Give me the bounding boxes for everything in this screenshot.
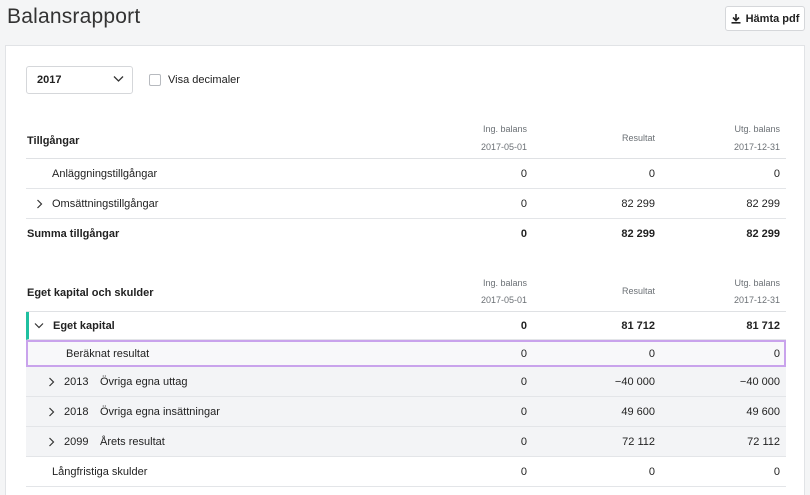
utg-value: −40 000 (739, 375, 780, 388)
result-value: 0 (648, 465, 655, 478)
table-row[interactable]: 2013 Övriga egna uttag 0 −40 000 −40 000 (26, 367, 786, 397)
utg-value: 49 600 (746, 405, 780, 418)
assets-header: Tillgångar Ing. balans 2017-05-01 Result… (26, 121, 786, 159)
ing-value: 0 (520, 228, 527, 240)
ing-value: 0 (520, 405, 527, 418)
ing-date-header: 2017-05-01 (480, 142, 527, 152)
result-value: −40 000 (614, 375, 655, 388)
assets-title: Tillgångar (27, 135, 80, 147)
chevron-right-icon[interactable] (48, 377, 55, 387)
chevron-down-icon[interactable] (34, 322, 44, 329)
utg-value: 81 712 (746, 319, 780, 332)
ing-balance-header: Ing. balans (482, 124, 527, 134)
download-pdf-button[interactable]: Hämta pdf (725, 6, 805, 31)
result-header: Resultat (621, 133, 655, 143)
ing-date-header: 2017-05-01 (480, 295, 527, 305)
table-row[interactable]: 2099 Årets resultat 0 72 112 72 112 (26, 427, 786, 457)
decimals-toggle[interactable]: Visa decimaler (149, 74, 240, 86)
table-row[interactable]: Omsättningstillgångar 0 82 299 82 299 (26, 189, 786, 219)
table-row: Anläggningstillgångar 0 0 0 (26, 159, 786, 189)
row-label: Anläggningstillgångar (52, 167, 158, 180)
ing-value: 0 (520, 167, 527, 180)
result-header: Resultat (621, 286, 655, 296)
account-number: 2013 (64, 375, 89, 388)
result-value: 82 299 (621, 228, 655, 240)
year-value: 2017 (37, 74, 62, 86)
utg-balance-header: Utg. balans (734, 278, 780, 288)
utg-value: 72 112 (747, 435, 780, 448)
ing-value: 0 (520, 375, 527, 388)
equity-title: Eget kapital och skulder (27, 287, 154, 299)
utg-value: 0 (773, 167, 780, 180)
result-value: 82 299 (621, 197, 655, 210)
report-card: 2017 Visa decimaler Tillgångar Ing. bala… (5, 45, 805, 495)
row-label: Långfristiga skulder (52, 465, 148, 478)
ing-value: 0 (520, 435, 527, 448)
utg-balance-header: Utg. balans (734, 124, 780, 134)
download-pdf-label: Hämta pdf (745, 12, 800, 25)
group-label: Eget kapital (53, 319, 115, 332)
utg-date-header: 2017-12-31 (733, 295, 780, 305)
utg-value: 0 (773, 347, 780, 360)
account-number: 2099 (64, 435, 89, 448)
result-value: 81 712 (621, 319, 655, 332)
ing-value: 0 (520, 197, 527, 210)
utg-value: 82 299 (746, 228, 780, 240)
result-value: 72 112 (622, 435, 655, 448)
ing-value: 0 (520, 465, 527, 478)
result-value: 0 (648, 347, 655, 360)
account-label: Övriga egna uttag (100, 375, 188, 388)
utg-value: 0 (773, 465, 780, 478)
total-label: Summa tillgångar (27, 228, 120, 240)
row-label: Beräknat resultat (66, 347, 150, 360)
ing-value: 0 (520, 319, 527, 332)
equity-table: Eget kapital och skulder Ing. balans 201… (26, 275, 786, 487)
computed-result-row[interactable]: Beräknat resultat 0 0 0 (26, 340, 786, 367)
result-value: 0 (648, 167, 655, 180)
ing-value: 0 (520, 347, 527, 360)
equity-group-row[interactable]: Eget kapital 0 81 712 81 712 (26, 312, 786, 340)
year-select[interactable]: 2017 (26, 66, 133, 94)
chevron-down-icon (113, 76, 124, 82)
ing-balance-header: Ing. balans (482, 278, 527, 288)
assets-table: Tillgångar Ing. balans 2017-05-01 Result… (26, 121, 786, 249)
assets-total-row: Summa tillgångar 0 82 299 82 299 (26, 219, 786, 249)
table-row: Långfristiga skulder 0 0 0 (26, 457, 786, 487)
utg-value: 82 299 (746, 197, 780, 210)
result-value: 49 600 (621, 405, 655, 418)
chevron-right-icon[interactable] (36, 199, 43, 209)
utg-date-header: 2017-12-31 (733, 142, 780, 152)
account-number: 2018 (64, 405, 89, 418)
equity-header: Eget kapital och skulder Ing. balans 201… (26, 275, 786, 312)
account-label: Övriga egna insättningar (100, 405, 220, 418)
chevron-right-icon[interactable] (48, 437, 55, 447)
account-label: Årets resultat (100, 435, 165, 448)
decimals-checkbox[interactable] (149, 74, 161, 86)
row-label: Omsättningstillgångar (52, 197, 159, 210)
chevron-right-icon[interactable] (48, 407, 55, 417)
table-row[interactable]: 2018 Övriga egna insättningar 0 49 600 4… (26, 397, 786, 427)
download-icon (731, 13, 741, 24)
page-title: Balansrapport (7, 5, 141, 28)
decimals-label: Visa decimaler (168, 74, 240, 86)
